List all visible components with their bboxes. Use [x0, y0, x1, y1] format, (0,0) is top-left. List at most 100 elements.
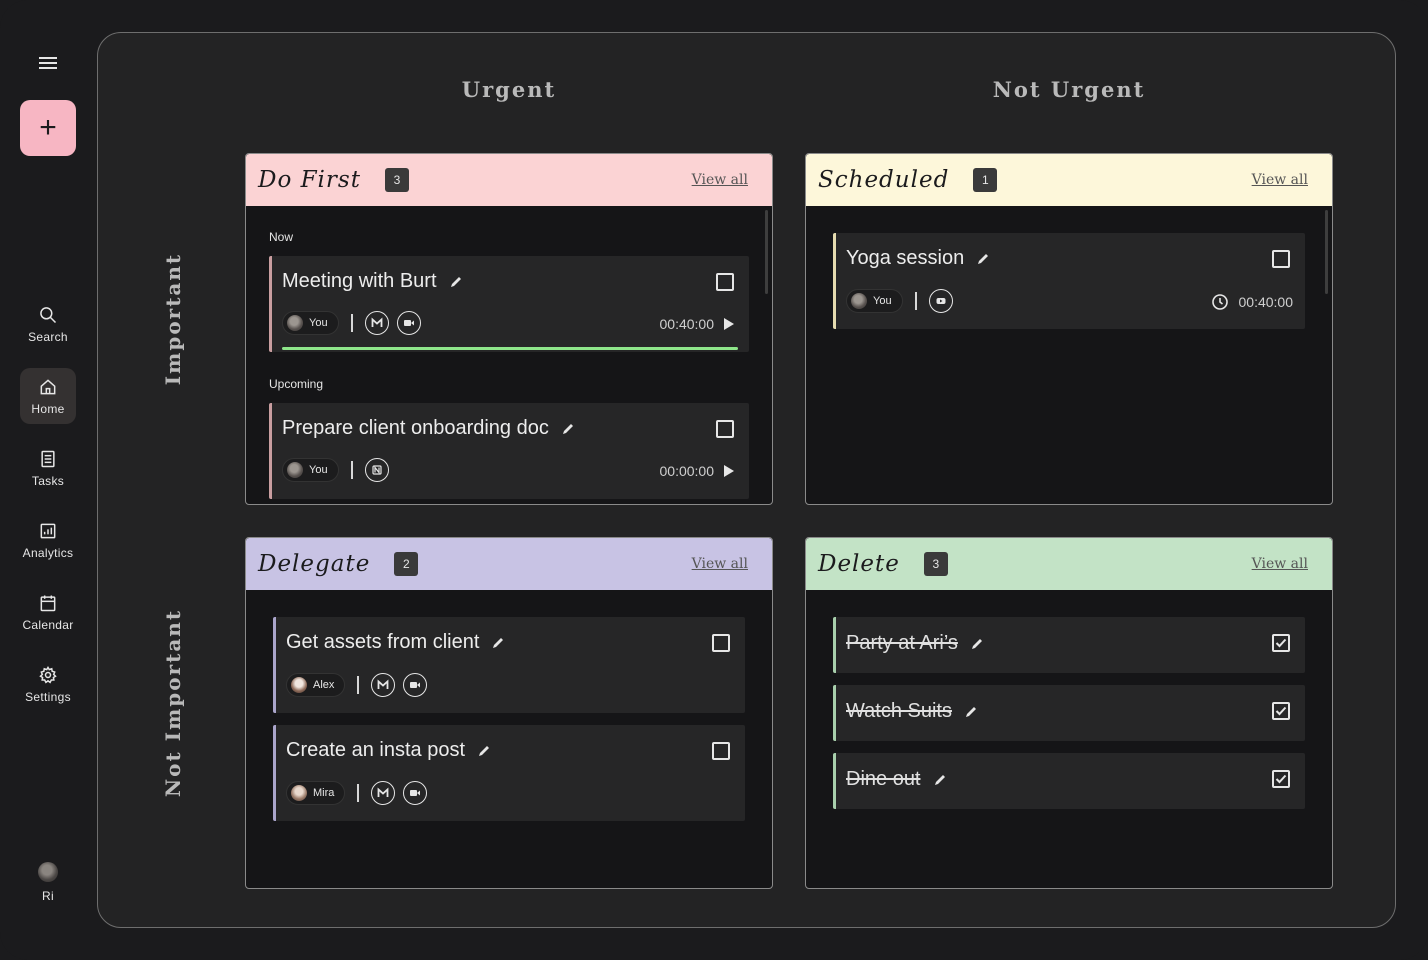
timer-value: 00:40:00 [1238, 294, 1294, 310]
task-title-row: Create an insta post [286, 739, 491, 762]
avatar [38, 862, 58, 882]
meet-icon[interactable] [403, 781, 428, 805]
task-card[interactable]: Watch Suits [833, 685, 1305, 741]
gear-icon [39, 665, 57, 683]
view-all-link[interactable]: View all [1252, 172, 1308, 188]
youtube-icon[interactable] [928, 289, 953, 313]
quadrant-delegate: Delegate 2 View all Get assets from clie… [245, 537, 773, 889]
column-header-urgent: Urgent [461, 77, 557, 102]
avatar [291, 677, 307, 693]
sidebar-item-search[interactable]: Search [20, 296, 76, 352]
timer-value: 00:40:00 [659, 316, 715, 332]
assignee-name: You [873, 295, 892, 307]
quadrant-header: Delegate 2 View all [246, 538, 772, 590]
play-icon[interactable] [724, 318, 734, 330]
divider [357, 784, 360, 802]
edit-icon[interactable] [964, 705, 978, 719]
view-all-link[interactable]: View all [1252, 556, 1308, 572]
meet-icon[interactable] [403, 673, 428, 697]
edit-icon[interactable] [561, 422, 575, 436]
sidebar-item-label: Settings [25, 689, 71, 704]
task-card[interactable]: Party at Ari’s [833, 617, 1305, 673]
sidebar-item-settings[interactable]: Settings [20, 656, 76, 712]
edit-icon[interactable] [976, 252, 990, 266]
assignee-chip[interactable]: You [846, 289, 903, 313]
play-icon[interactable] [724, 465, 734, 477]
edit-icon[interactable] [970, 637, 984, 651]
notion-icon[interactable] [364, 458, 389, 482]
task-card[interactable]: Prepare client onboarding doc You 00:00:… [269, 403, 749, 499]
task-checkbox[interactable] [712, 634, 730, 652]
view-all-link[interactable]: View all [692, 172, 748, 188]
task-progress-bar [282, 347, 738, 350]
task-title-row: Dine out [846, 768, 947, 791]
task-title-row: Get assets from client [286, 631, 505, 654]
task-checkbox[interactable] [716, 273, 734, 291]
menu-icon[interactable] [36, 54, 60, 74]
task-card[interactable]: Meeting with Burt You 00:40:00 [269, 256, 749, 352]
task-meta: You [282, 458, 397, 482]
task-timer: 00:40:00 [659, 316, 734, 332]
divider [350, 314, 353, 332]
gmail-icon[interactable] [371, 673, 396, 697]
check-icon [1275, 774, 1287, 784]
divider [350, 461, 353, 479]
task-card[interactable]: Get assets from client Alex [273, 617, 745, 713]
divider [357, 676, 360, 694]
task-checkbox[interactable] [716, 420, 734, 438]
section-label-upcoming: Upcoming [269, 377, 324, 391]
scrollbar[interactable] [765, 210, 768, 294]
sidebar-item-label: Analytics [22, 545, 74, 560]
gmail-icon[interactable] [364, 311, 389, 335]
calendar-icon [40, 595, 56, 611]
divider [914, 292, 917, 310]
sidebar-item-home[interactable]: Home [20, 368, 76, 424]
quadrant-delete: Delete 3 View all Party at Ari’s Watch S… [805, 537, 1333, 889]
quadrant-title: Scheduled [818, 167, 950, 193]
task-title: Dine out [846, 768, 921, 790]
task-title: Yoga session [846, 247, 965, 269]
task-card[interactable]: Dine out [833, 753, 1305, 809]
task-meta: Alex [286, 673, 435, 697]
quadrant-header: Scheduled 1 View all [806, 154, 1332, 206]
task-meta: Mira [286, 781, 435, 805]
sidebar-item-analytics[interactable]: Analytics [20, 512, 76, 568]
task-meta: You [282, 311, 429, 335]
tasks-icon [41, 450, 55, 467]
count-badge: 3 [923, 552, 948, 576]
sidebar-item-tasks[interactable]: Tasks [20, 440, 76, 496]
task-checkbox[interactable] [712, 742, 730, 760]
task-checkbox-checked[interactable] [1272, 770, 1290, 788]
task-card[interactable]: Yoga session You 00:40:00 [833, 233, 1305, 329]
assignee-chip[interactable]: Alex [286, 673, 346, 697]
sidebar-item-label: Home [31, 401, 65, 416]
task-card[interactable]: Create an insta post Mira [273, 725, 745, 821]
task-title-row: Party at Ari’s [846, 632, 984, 655]
assignee-chip[interactable]: You [282, 311, 339, 335]
task-timer: 00:00:00 [660, 463, 734, 479]
quadrant-header: Delete 3 View all [806, 538, 1332, 590]
avatar [851, 293, 867, 309]
quadrant-scheduled: Scheduled 1 View all Yoga session You 00… [805, 153, 1333, 505]
view-all-link[interactable]: View all [692, 556, 748, 572]
user-profile[interactable]: Ri [28, 862, 68, 910]
assignee-chip[interactable]: You [282, 458, 339, 482]
count-badge: 1 [973, 168, 998, 192]
edit-icon[interactable] [477, 744, 491, 758]
sidebar-item-calendar[interactable]: Calendar [20, 584, 76, 640]
assignee-chip[interactable]: Mira [286, 781, 346, 805]
task-checkbox-checked[interactable] [1272, 702, 1290, 720]
count-badge: 2 [394, 552, 419, 576]
edit-icon[interactable] [933, 773, 947, 787]
gmail-icon[interactable] [371, 781, 396, 805]
task-checkbox[interactable] [1272, 250, 1290, 268]
scrollbar[interactable] [1325, 210, 1328, 294]
quadrant-title: Delete [818, 551, 900, 577]
edit-icon[interactable] [449, 275, 463, 289]
meet-icon[interactable] [396, 311, 421, 335]
assignee-name: You [309, 464, 328, 476]
task-checkbox-checked[interactable] [1272, 634, 1290, 652]
add-task-button[interactable]: + [20, 100, 76, 156]
edit-icon[interactable] [491, 636, 505, 650]
row-header-important: Important [161, 252, 185, 386]
